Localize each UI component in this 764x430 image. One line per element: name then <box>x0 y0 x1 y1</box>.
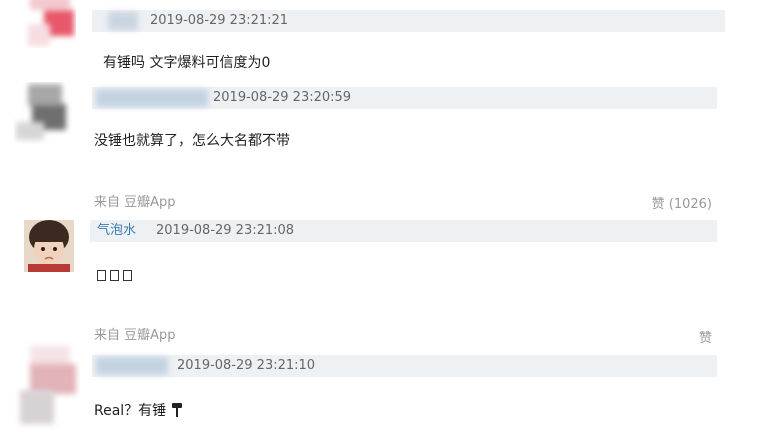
comment-text: Real？有锤 <box>94 400 183 420</box>
username-blurred[interactable] <box>96 89 208 107</box>
missing-glyph-icon <box>97 269 106 281</box>
comment-timestamp: 2019-08-29 23:20:59 <box>213 90 352 105</box>
username-link[interactable]: 气泡水 <box>97 220 136 242</box>
comment-timestamp: 2019-08-29 23:21:08 <box>156 223 295 238</box>
username-blurred[interactable] <box>96 357 168 375</box>
missing-glyph-icon <box>110 269 119 281</box>
avatar-blurred[interactable] <box>24 0 76 48</box>
avatar-blurred[interactable] <box>14 340 80 430</box>
like-button[interactable]: 赞 <box>699 327 712 346</box>
username-blurred[interactable] <box>108 12 138 30</box>
comment-timestamp: 2019-08-29 23:21:21 <box>150 13 289 28</box>
hammer-emoji-icon <box>171 403 182 417</box>
missing-glyph-icon <box>123 269 132 281</box>
comment-source: 来自 豆瓣App <box>94 328 176 343</box>
comment-text-unrendered <box>97 267 136 283</box>
comment-text: 没锤也就算了，怎么大名都不带 <box>94 133 290 149</box>
comment-timestamp: 2019-08-29 23:21:10 <box>177 358 316 373</box>
comment-source: 来自 豆瓣App <box>94 195 176 210</box>
like-button[interactable]: 赞 (1026) <box>652 193 712 212</box>
avatar-blurred[interactable] <box>14 82 72 144</box>
comment-text-body: Real？有锤 <box>94 403 167 419</box>
child-avatar-icon <box>24 220 74 272</box>
comment-text: 有锤吗 文字爆料可信度为0 <box>103 55 271 71</box>
avatar[interactable] <box>24 220 74 272</box>
